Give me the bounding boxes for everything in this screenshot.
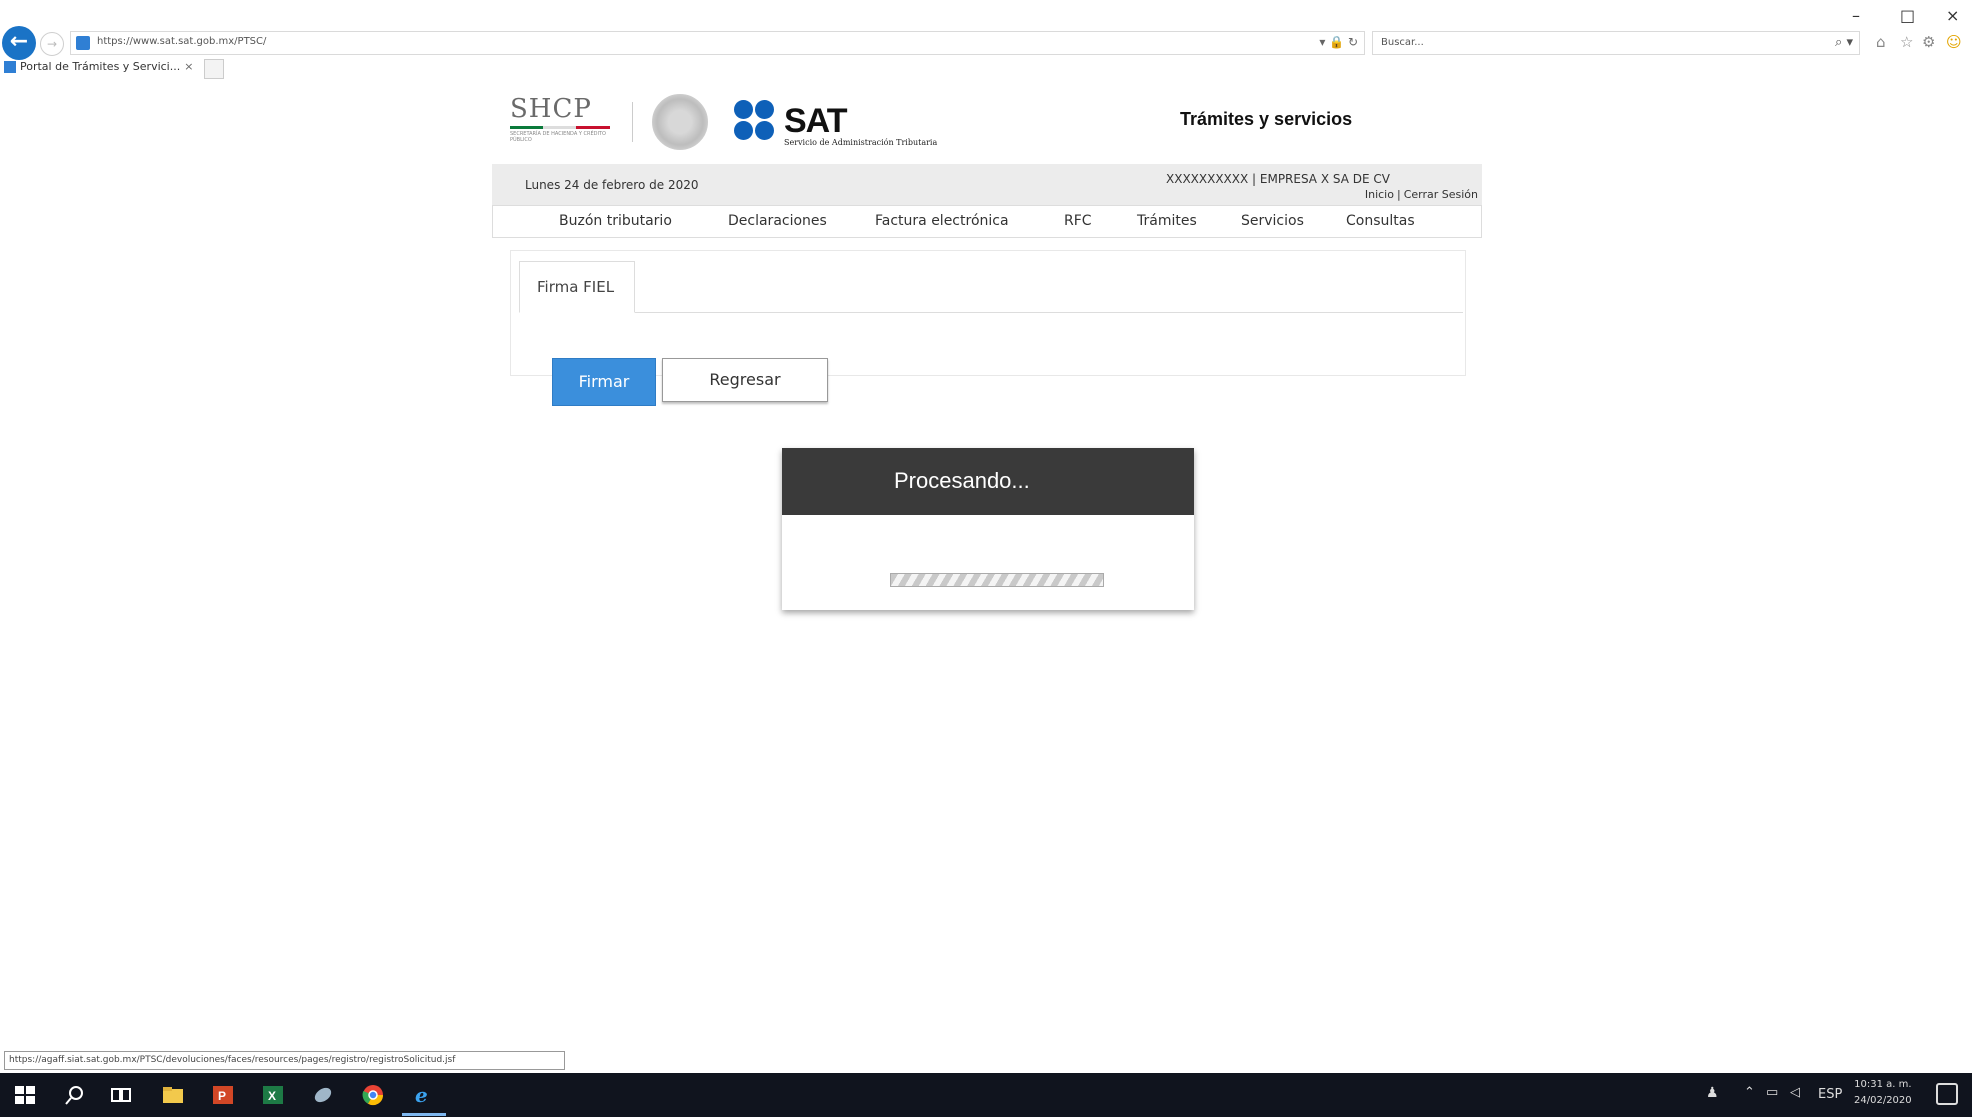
address-tools-icon[interactable]: ▾ 🔒 ↻ [1319, 35, 1358, 49]
network-icon[interactable]: ▭ [1766, 1085, 1778, 1100]
maximize-button[interactable]: □ [1900, 6, 1915, 25]
session-links: Inicio | Cerrar Sesión [1365, 188, 1478, 201]
site-favicon-icon [76, 36, 90, 50]
search-placeholder: Buscar... [1381, 37, 1424, 48]
search-icon[interactable] [62, 1083, 88, 1107]
internet-explorer-icon[interactable]: e [410, 1083, 436, 1107]
windows-start-icon[interactable] [12, 1083, 38, 1107]
volume-icon[interactable]: ◁ [1790, 1085, 1800, 1100]
nav-item-factura-electronica[interactable]: Factura electrónica [875, 213, 1009, 229]
user-identity: XXXXXXXXXX | EMPRESA X SA DE CV [1166, 172, 1390, 186]
regresar-button[interactable]: Regresar [662, 358, 828, 402]
task-view-icon[interactable] [108, 1083, 134, 1107]
search-input[interactable]: Buscar... ⌕ ▾ [1372, 31, 1860, 55]
sat-logo-subtext: Servicio de Administración Tributaria [784, 138, 938, 147]
shcp-logo-bar [510, 126, 610, 129]
sat-logo[interactable]: SAT Servicio de Administración Tributari… [734, 100, 974, 150]
clock-date: 24/02/2020 [1854, 1095, 1912, 1106]
shcp-logo-subtext: SECRETARÍA DE HACIENDA Y CRÉDITO PÚBLICO [510, 131, 606, 143]
forward-arrow-icon[interactable]: → [40, 32, 64, 56]
home-icon[interactable]: ⌂ [1876, 33, 1886, 51]
inicio-link[interactable]: Inicio [1365, 188, 1394, 201]
sat-logo-dot [734, 100, 753, 119]
site-header: SHCP SECRETARÍA DE HACIENDA Y CRÉDITO PÚ… [492, 88, 1482, 164]
tray-chevron-icon[interactable]: ⌃ [1744, 1085, 1755, 1100]
close-window-button[interactable]: × [1946, 6, 1959, 25]
settings-gear-icon[interactable]: ⚙ [1922, 33, 1935, 51]
search-icon[interactable]: ⌕ ▾ [1835, 35, 1853, 50]
svg-text:P: P [218, 1089, 226, 1103]
chrome-icon[interactable] [360, 1083, 386, 1107]
link-separator: | [1396, 188, 1401, 201]
minimize-button[interactable]: – [1852, 6, 1860, 25]
page-title: Trámites y servicios [1180, 109, 1353, 129]
national-seal-icon [652, 94, 708, 150]
nav-item-rfc[interactable]: RFC [1064, 213, 1092, 229]
notifications-icon[interactable] [1936, 1083, 1958, 1105]
smiley-feedback-icon[interactable]: ☺ [1946, 33, 1962, 51]
nav-item-buzon-tributario[interactable]: Buzón tributario [559, 213, 672, 229]
people-icon[interactable]: ♟ [1706, 1085, 1719, 1101]
sat-logo-dot [755, 100, 774, 119]
tab-divider [519, 312, 1463, 313]
language-indicator[interactable]: ESP [1818, 1087, 1842, 1102]
session-info-bar: Lunes 24 de febrero de 2020 XXXXXXXXXX |… [492, 164, 1482, 206]
sat-logo-dot [734, 121, 753, 140]
sat-logo-text: SAT [784, 102, 847, 140]
tab-close-icon[interactable]: × [184, 60, 193, 73]
app-leaf-icon[interactable] [310, 1083, 336, 1107]
processing-dialog-title: Procesando... [894, 468, 1030, 493]
system-clock[interactable]: 10:31 a. m. 24/02/2020 [1854, 1077, 1912, 1109]
nav-item-servicios[interactable]: Servicios [1241, 213, 1304, 229]
clock-time: 10:31 a. m. [1854, 1079, 1912, 1090]
sat-logo-dot [755, 121, 774, 140]
back-arrow-icon[interactable]: ← [2, 26, 36, 60]
logo-divider [632, 102, 633, 142]
favorites-star-icon[interactable]: ☆ [1900, 33, 1913, 51]
main-nav: Buzón tributario Declaraciones Factura e… [492, 206, 1482, 238]
new-tab-button[interactable] [204, 59, 224, 79]
tab-firma-fiel[interactable]: Firma FIEL [519, 261, 635, 313]
address-url[interactable]: https://www.sat.sat.gob.mx/PTSC/ [97, 36, 266, 47]
browser-chrome: – □ × ← → https://www.sat.sat.gob.mx/PTS… [0, 0, 1972, 82]
powerpoint-icon[interactable]: P [210, 1083, 236, 1107]
shcp-logo-text: SHCP [510, 94, 592, 124]
tab-title: Portal de Trámites y Servici... [20, 60, 181, 73]
nav-item-declaraciones[interactable]: Declaraciones [728, 213, 827, 229]
shcp-logo[interactable]: SHCP SECRETARÍA DE HACIENDA Y CRÉDITO PÚ… [510, 94, 610, 154]
browser-tab[interactable]: Portal de Trámites y Servici... × [4, 60, 200, 80]
taskbar: P X e ♟ ⌃ ▭ ◁ ESP 10:31 a. m. 24/02/2020 [0, 1073, 1972, 1117]
tab-favicon-icon [4, 61, 16, 73]
svg-text:e: e [415, 1083, 428, 1107]
nav-item-consultas[interactable]: Consultas [1346, 213, 1415, 229]
progress-bar [890, 573, 1104, 587]
active-app-indicator [402, 1113, 446, 1116]
excel-icon[interactable]: X [260, 1083, 286, 1107]
status-bar-url: https://agaff.siat.sat.gob.mx/PTSC/devol… [4, 1051, 565, 1070]
svg-text:X: X [268, 1089, 276, 1103]
processing-dialog: Procesando... [782, 448, 1194, 610]
address-bar[interactable]: https://www.sat.sat.gob.mx/PTSC/ ▾ 🔒 ↻ [70, 31, 1365, 55]
firmar-button[interactable]: Firmar [552, 358, 656, 406]
processing-dialog-header: Procesando... [782, 448, 1194, 515]
cerrar-sesion-link[interactable]: Cerrar Sesión [1404, 188, 1478, 201]
current-date: Lunes 24 de febrero de 2020 [525, 178, 699, 192]
file-explorer-icon[interactable] [160, 1083, 186, 1107]
nav-item-tramites[interactable]: Trámites [1137, 213, 1197, 229]
